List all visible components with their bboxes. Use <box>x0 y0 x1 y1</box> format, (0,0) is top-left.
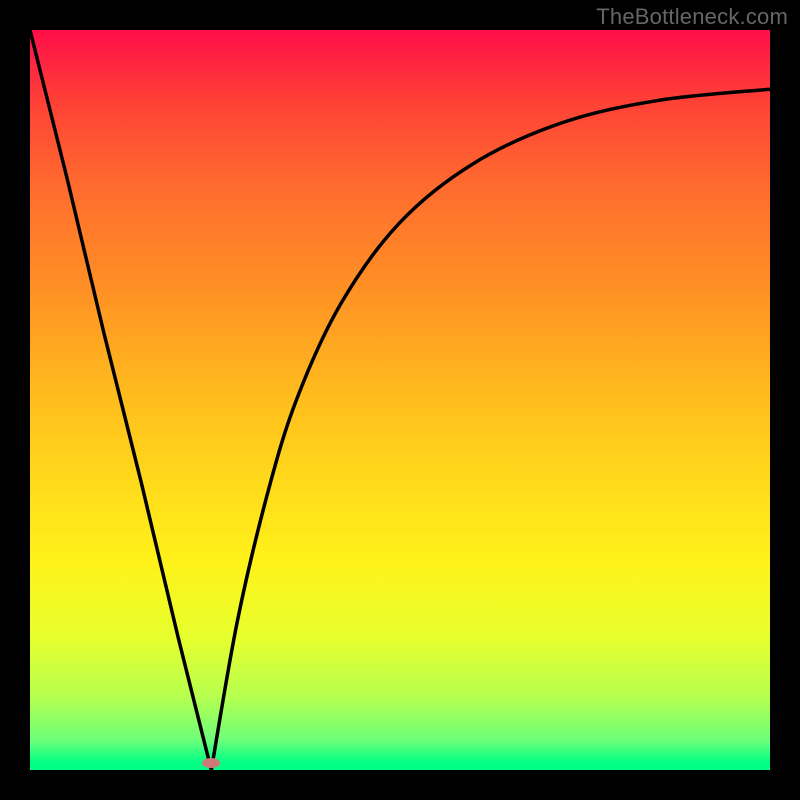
minimum-marker <box>202 758 220 768</box>
bottleneck-curve <box>30 30 770 770</box>
watermark-text: TheBottleneck.com <box>596 4 788 30</box>
plot-area <box>30 30 770 770</box>
chart-frame: TheBottleneck.com <box>0 0 800 800</box>
